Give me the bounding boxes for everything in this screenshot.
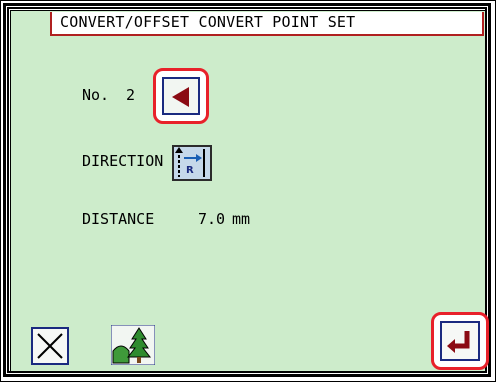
direction-right-icon: R (175, 147, 205, 177)
no-value: 2 (126, 86, 136, 104)
enter-button[interactable] (431, 312, 489, 370)
previous-button[interactable] (153, 68, 209, 124)
tree-button[interactable] (110, 324, 156, 366)
distance-unit: mm (232, 210, 251, 228)
cancel-button[interactable] (31, 327, 69, 365)
previous-button-face[interactable] (162, 77, 200, 115)
distance-label: DISTANCE (82, 210, 155, 228)
direction-label: DIRECTION (82, 152, 164, 170)
title-bar: CONVERT/OFFSET CONVERT POINT SET (50, 12, 484, 36)
enter-button-face[interactable] (440, 321, 480, 361)
enter-return-icon (447, 331, 470, 353)
left-arrow-icon (172, 87, 189, 107)
page-title: CONVERT/OFFSET CONVERT POINT SET (60, 13, 356, 31)
close-icon (37, 333, 63, 359)
svg-text:R: R (186, 165, 194, 176)
tree-icon (110, 324, 156, 366)
distance-value: 7.0 (198, 210, 226, 228)
main-panel (10, 10, 486, 372)
no-label: No. (82, 86, 110, 104)
direction-button[interactable]: R (172, 145, 212, 181)
